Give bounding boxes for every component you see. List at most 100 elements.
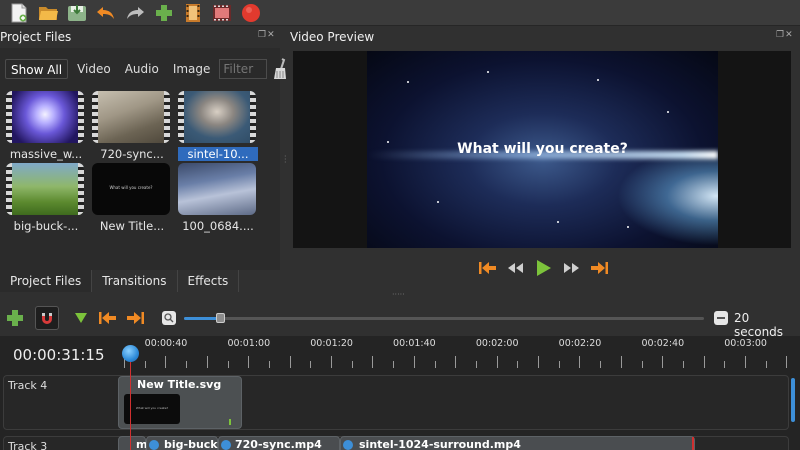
splitter-handle[interactable]: · · · — [284, 153, 287, 167]
ruler-tick — [393, 361, 395, 368]
filter-show-all[interactable]: Show All — [5, 59, 69, 79]
file-thumbnail — [178, 91, 256, 143]
ruler-label: 00:00:40 — [144, 338, 188, 349]
choose-profile-icon[interactable] — [182, 2, 204, 24]
ruler-tick — [475, 361, 477, 368]
filter-input[interactable] — [219, 59, 268, 79]
track-name: Track 4 — [8, 379, 48, 392]
add-marker-icon[interactable] — [70, 307, 92, 329]
clip-end-marker — [229, 419, 231, 425]
ruler-tick — [351, 361, 353, 368]
project-file-item[interactable]: big-buck-... — [6, 163, 86, 233]
ruler-tick — [620, 356, 622, 368]
ruler-tick — [186, 361, 188, 368]
filter-bar: Show All Video Audio Image — [5, 58, 291, 80]
clip-name: New Title.svg — [137, 378, 222, 391]
ruler-tick — [579, 356, 581, 368]
ruler-tick — [310, 361, 312, 368]
import-files-icon[interactable] — [153, 2, 175, 24]
fullscreen-icon[interactable] — [211, 2, 233, 24]
zoom-slider-track[interactable] — [184, 317, 704, 320]
file-thumbnail: What will you create? — [92, 163, 170, 215]
transition-icon — [343, 440, 353, 450]
new-project-icon[interactable] — [8, 2, 30, 24]
dock-float-close-icon[interactable]: ❐✕ — [258, 30, 276, 40]
timeline-clip[interactable]: New Title.svg What will you create? — [118, 376, 242, 429]
ruler-tick — [144, 361, 146, 368]
redo-icon[interactable] — [124, 2, 146, 24]
project-file-item[interactable]: 100_0684.... — [178, 163, 258, 233]
timeline-clip[interactable]: 720-sync.mp4 — [218, 436, 340, 450]
add-track-icon[interactable] — [4, 307, 26, 329]
tab-project-files[interactable]: Project Files — [0, 270, 93, 292]
transition-icon — [221, 440, 231, 450]
timeline-clip[interactable]: m — [118, 436, 147, 450]
filter-image[interactable]: Image — [168, 59, 216, 79]
ruler-tick — [434, 361, 436, 368]
project-file-item[interactable]: 720-sync... — [92, 91, 172, 161]
zoom-in-icon[interactable] — [710, 307, 732, 329]
filter-audio[interactable]: Audio — [120, 59, 164, 79]
open-project-icon[interactable] — [37, 2, 59, 24]
zoom-slider-handle[interactable] — [216, 313, 225, 323]
track-name: Track 3 — [8, 440, 48, 450]
timecode-display: 00:00:31:15 — [13, 346, 105, 364]
splitter-handle[interactable]: ····· — [392, 290, 405, 299]
snapping-toggle-icon[interactable] — [35, 306, 59, 330]
ruler-tick — [227, 361, 229, 368]
transition-icon — [149, 440, 159, 450]
ruler-tick — [724, 361, 726, 368]
ruler-label: 00:01:00 — [227, 338, 271, 349]
playhead-handle[interactable] — [122, 345, 139, 362]
project-file-item[interactable]: What will you create? New Title... — [92, 163, 172, 233]
project-file-item[interactable]: massive_w... — [6, 91, 86, 161]
save-project-icon[interactable] — [66, 2, 88, 24]
ruler-tick — [248, 356, 250, 368]
undo-icon[interactable] — [95, 2, 117, 24]
video-preview-title: Video Preview — [290, 30, 375, 44]
jump-end-icon[interactable] — [590, 258, 609, 277]
filter-video[interactable]: Video — [72, 59, 116, 79]
file-label: sintel-10... — [178, 147, 258, 161]
tab-transitions[interactable]: Transitions — [92, 270, 178, 292]
clip-name: 720-sync.mp4 — [235, 438, 322, 450]
ruler-tick — [600, 361, 602, 368]
ruler-tick — [268, 361, 270, 368]
clip-thumbnail: What will you create? — [124, 394, 180, 424]
previous-marker-icon[interactable] — [96, 307, 118, 329]
zoom-out-icon[interactable] — [158, 307, 180, 329]
jump-start-icon[interactable] — [478, 258, 497, 277]
ruler-tick — [558, 361, 560, 368]
ruler-tick — [538, 356, 539, 368]
project-files-title: Project Files — [0, 30, 72, 44]
rewind-icon[interactable] — [506, 258, 525, 277]
file-thumbnail — [178, 163, 256, 215]
zoom-label: 20 seconds — [734, 311, 784, 339]
ruler-label: 00:01:20 — [310, 338, 353, 349]
timeline-clip[interactable]: sintel-1024-surround.mp4 — [340, 436, 695, 450]
project-file-item[interactable]: sintel-10... — [178, 91, 258, 161]
tab-effects[interactable]: Effects — [178, 270, 240, 292]
bottom-tabs: Project Files Transitions Effects — [0, 270, 240, 292]
ruler-tick — [455, 356, 457, 368]
clear-filter-icon[interactable] — [271, 58, 291, 80]
file-thumbnail — [6, 91, 84, 143]
play-icon[interactable] — [534, 258, 553, 277]
zoom-slider-fill — [184, 317, 220, 320]
clip-name: big-buck- — [164, 438, 223, 450]
ruler-tick — [641, 361, 643, 368]
ruler-tick — [372, 356, 374, 368]
playhead-line — [130, 362, 131, 450]
timeline-clip[interactable]: big-buck- — [146, 436, 222, 450]
file-label: 100_0684.... — [182, 219, 254, 233]
fast-forward-icon[interactable] — [562, 258, 581, 277]
ruler-tick — [206, 356, 208, 368]
ruler-tick — [413, 356, 415, 368]
next-marker-icon[interactable] — [124, 307, 146, 329]
export-video-icon[interactable] — [240, 2, 262, 24]
dock-float-close-icon[interactable]: ❐✕ — [776, 30, 794, 40]
clip-thumb-text: What will you create? — [135, 406, 169, 410]
file-thumbnail — [92, 91, 170, 143]
ruler-label: 00:02:00 — [475, 338, 519, 349]
timeline-scrollbar[interactable] — [791, 378, 795, 422]
